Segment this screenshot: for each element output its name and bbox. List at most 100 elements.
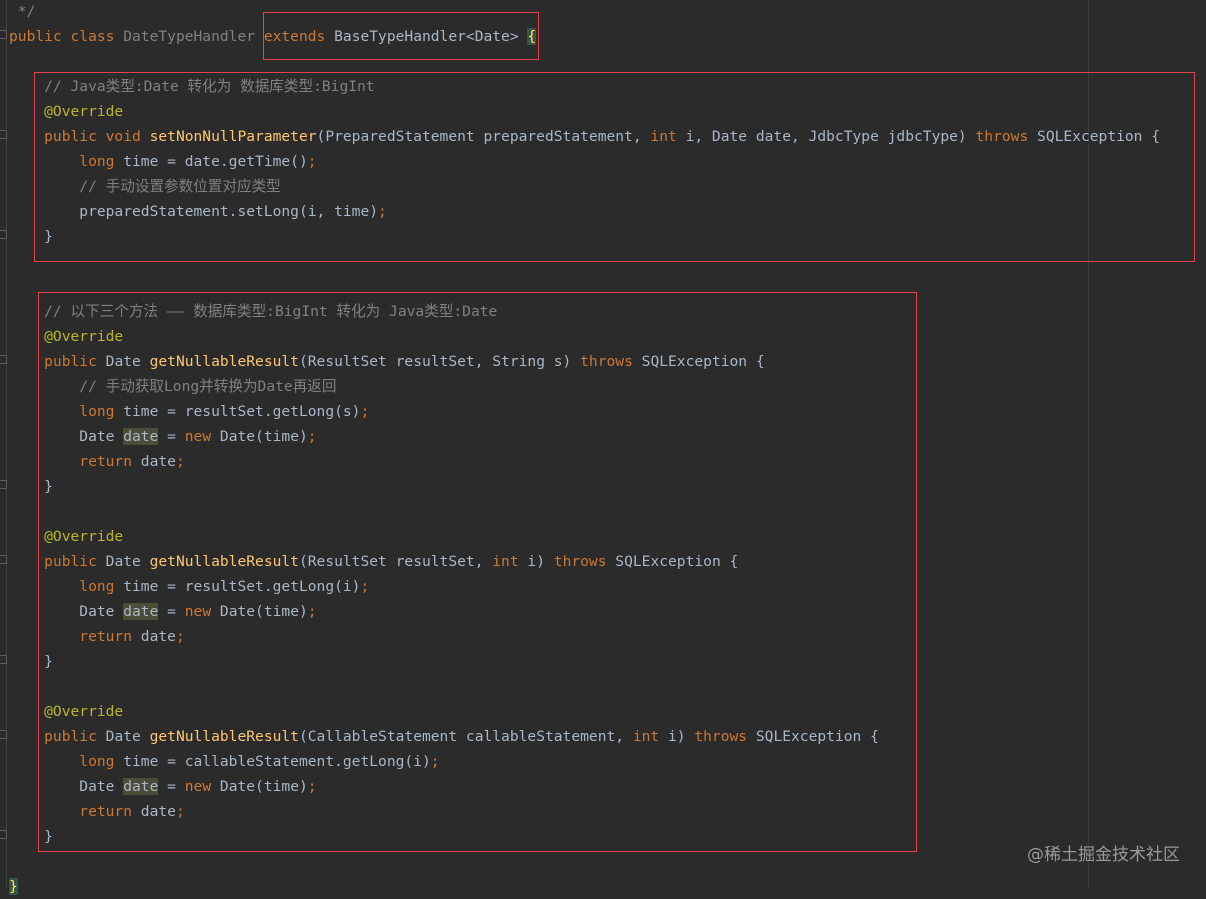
code-token: new [184,778,220,795]
code-token: getNullableResult [149,553,299,570]
code-token: ; [175,453,185,470]
code-line[interactable]: public Date getNullableResult(ResultSet … [9,549,738,574]
code-token: } [9,653,53,670]
code-line[interactable]: } [9,649,53,674]
code-token: = [158,603,185,620]
code-line[interactable]: public Date getNullableResult(CallableSt… [9,724,879,749]
code-line[interactable]: preparedStatement.setLong(i, time); [9,199,387,224]
code-line[interactable]: return date; [9,624,185,649]
code-token: new [184,428,220,445]
code-line[interactable]: Date date = new Date(time); [9,424,317,449]
code-line[interactable]: return date; [9,799,184,824]
code-token: ; [360,578,370,595]
code-token: @Override [9,703,124,720]
code-token: date [123,428,159,445]
code-token: ; [307,778,317,795]
code-line[interactable]: // 手动设置参数位置对应类型 [9,174,281,199]
code-token: ; [307,603,317,620]
code-token: Date [105,728,150,745]
code-line[interactable]: } [9,474,53,499]
code-line[interactable]: @Override [9,324,123,349]
fold-icon[interactable] [0,30,7,39]
code-token: i) [668,728,695,745]
code-line[interactable]: return date; [9,449,185,474]
code-token: (CallableStatement callableStatement, [298,728,633,745]
code-token: time = resultSet.getLong(s) [123,403,361,420]
code-line[interactable]: long time = callableStatement.getLong(i)… [9,749,439,774]
fold-icon[interactable] [0,480,7,489]
code-token: date [123,603,159,620]
code-line[interactable]: Date date = new Date(time); [9,599,317,624]
code-line[interactable]: Date date = new Date(time); [9,774,317,799]
code-line[interactable]: // Java类型:Date 转化为 数据库类型:BigInt [9,74,375,99]
code-token: return [9,628,141,645]
fold-icon[interactable] [0,130,7,139]
code-token: @Override [9,328,124,345]
code-line[interactable]: long time = resultSet.getLong(s); [9,399,369,424]
code-token: public void [9,128,150,145]
code-token: ; [360,403,370,420]
code-token: } [9,228,53,245]
code-token: return [9,453,141,470]
fold-icon[interactable] [0,355,7,364]
code-token: throws [580,353,642,370]
code-line[interactable]: // 以下三个方法 —— 数据库类型:BigInt 转化为 Java类型:Dat… [9,299,497,324]
code-token: new [184,603,220,620]
code-line[interactable]: // 手动获取Long并转换为Date再返回 [9,374,336,399]
fold-icon[interactable] [0,555,7,564]
code-token: public [9,553,106,570]
code-token: // 手动获取Long并转换为Date再返回 [9,378,337,395]
code-token: Date(time) [219,428,308,445]
code-line[interactable]: } [9,224,53,249]
code-token: (ResultSet resultSet, String s) [298,353,581,370]
code-token: int [632,728,668,745]
code-token: date [140,628,176,645]
code-token: date [123,778,159,795]
code-token: time = date.getTime() [123,153,308,170]
code-token: public class [9,28,124,45]
code-token: = [158,778,185,795]
code-token: i, Date date, JdbcType jdbcType) [685,128,976,145]
code-token: @Override [9,528,124,545]
code-token: Date [105,353,150,370]
code-line[interactable]: public void setNonNullParameter(Prepared… [9,124,1160,149]
fold-icon[interactable] [0,730,7,739]
code-token: SQLException { [755,728,879,745]
code-line[interactable]: @Override [9,524,123,549]
code-token: preparedStatement.setLong(i, time) [9,203,379,220]
code-token: // 手动设置参数位置对应类型 [9,178,281,195]
code-token: Date [9,603,124,620]
code-token: date [140,803,176,820]
fold-icon[interactable] [0,230,7,239]
code-token: Date(time) [219,603,308,620]
code-token: DateTypeHandler [123,28,264,45]
code-line[interactable]: */ [9,0,36,24]
code-token: Date(time) [219,778,308,795]
code-token: Date [9,778,124,795]
code-token: extends [263,28,335,45]
code-token: { [527,28,537,45]
code-token: SQLException { [1037,128,1161,145]
code-line[interactable]: public Date getNullableResult(ResultSet … [9,349,765,374]
code-token: ; [175,628,185,645]
code-line[interactable]: @Override [9,99,123,124]
code-token: // 以下三个方法 —— 数据库类型:BigInt 转化为 Java类型:Dat… [9,303,498,320]
code-token: public [9,353,106,370]
code-line[interactable]: @Override [9,699,123,724]
code-token: Date [9,428,124,445]
code-line[interactable]: } [9,824,53,849]
code-token: int [650,128,686,145]
code-token: // Java类型:Date 转化为 数据库类型:BigInt [9,78,375,95]
code-token: ; [378,203,387,220]
code-token: long [9,153,124,170]
code-line[interactable]: public class DateTypeHandler extends Bas… [9,24,537,49]
fold-icon[interactable] [0,655,7,664]
code-token: (ResultSet resultSet, [298,553,493,570]
code-token: (PreparedStatement preparedStatement, [316,128,651,145]
fold-icon[interactable] [0,830,7,839]
code-token: ; [307,153,317,170]
code-token: throws [553,553,616,570]
code-token: */ [9,3,36,20]
code-line[interactable]: long time = resultSet.getLong(i); [9,574,369,599]
code-line[interactable]: long time = date.getTime(); [9,149,317,174]
